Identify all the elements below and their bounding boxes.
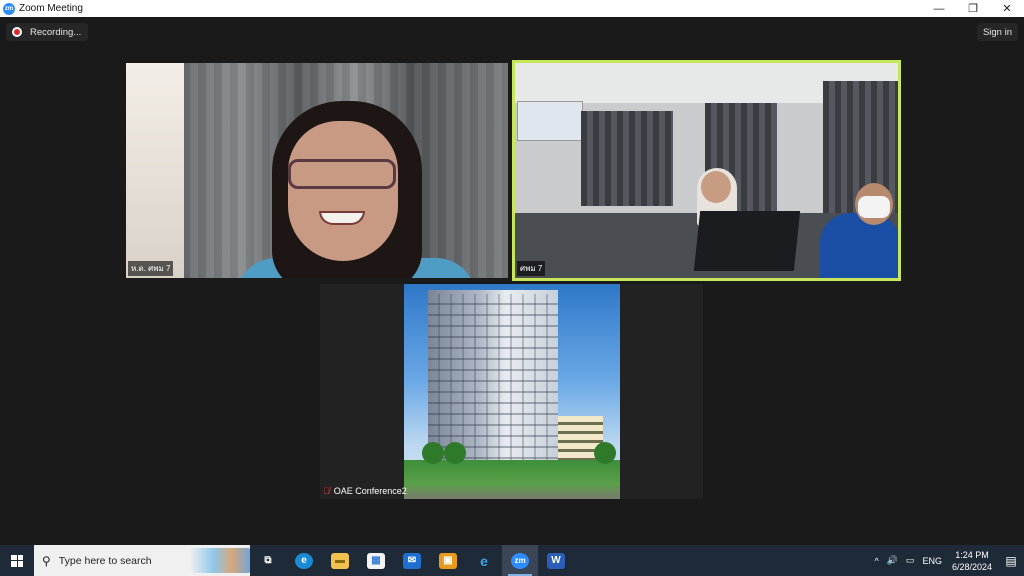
video-tile-2-active-speaker[interactable]: ศพม 7 (512, 60, 901, 281)
volume-icon[interactable]: 🔊 (883, 555, 902, 566)
folder-icon: ▬ (331, 552, 349, 569)
clock-date: 6/28/2024 (951, 561, 992, 572)
search-icon: ⚲ (42, 553, 51, 568)
participant-face (288, 121, 398, 261)
orange-app-button[interactable]: ▣ (430, 545, 466, 576)
edge-button[interactable]: e (286, 545, 322, 576)
participant-name: OAE Conference2 (333, 486, 407, 496)
network-icon[interactable]: ▭ (902, 555, 919, 566)
participant-name-label: ห.ด. ศพม 7 (128, 261, 174, 276)
window-title: Zoom Meeting (19, 3, 83, 14)
record-icon (12, 27, 22, 37)
video-tile-3[interactable]: 🎙̸ OAE Conference2 (323, 284, 620, 499)
sign-in-button[interactable]: Sign in (976, 23, 1018, 41)
participant-head (701, 171, 731, 203)
taskbar: ⚲ Type here to search ⧉ e ▬ ▦ ✉ ▣ e zm W… (0, 545, 1024, 576)
show-hidden-icons-chevron-icon[interactable]: ^ (870, 556, 882, 566)
system-tray: ^ 🔊 ▭ ENG 1:24 PM 6/28/2024 ▤ (870, 545, 1024, 576)
clock[interactable]: 1:24 PM 6/28/2024 (946, 549, 998, 573)
close-button[interactable]: ✕ (990, 0, 1024, 17)
search-placeholder: Type here to search (58, 554, 152, 567)
tree (594, 442, 616, 464)
window-background (126, 63, 184, 278)
tree (422, 442, 444, 464)
task-view-icon: ⧉ (264, 555, 272, 566)
title-bar: zm Zoom Meeting — ❐ ✕ (0, 0, 1024, 17)
language-indicator[interactable]: ENG (918, 556, 946, 566)
internet-explorer-icon: e (480, 552, 488, 569)
recording-label: Recording... (30, 26, 82, 38)
tree (444, 442, 466, 464)
ground (404, 460, 620, 499)
participant-glasses (288, 159, 396, 189)
mail-button[interactable]: ✉ (394, 545, 430, 576)
windows-icon (11, 554, 23, 567)
store-icon: ▦ (367, 552, 385, 569)
zoom-button[interactable]: zm (502, 545, 538, 576)
minimize-button[interactable]: — (922, 0, 956, 17)
notifications-icon[interactable]: ▤ (998, 545, 1024, 576)
face-mask (858, 196, 890, 218)
participant-name-label: 🎙̸ OAE Conference2 (320, 485, 410, 497)
meeting-area: Recording... Sign in ห.ด. ศพม 7 ศพม 7 🎙̸… (0, 17, 1024, 545)
clock-time: 1:24 PM (955, 549, 989, 560)
word-button[interactable]: W (538, 545, 574, 576)
edge-icon: e (295, 552, 313, 569)
restore-button[interactable]: ❐ (956, 0, 990, 17)
mic-muted-icon: 🎙̸ (323, 486, 330, 496)
recording-indicator[interactable]: Recording... (6, 23, 89, 41)
laptop (693, 211, 801, 271)
zoom-app-icon: zm (3, 2, 15, 15)
participant-smile (319, 211, 365, 225)
taskbar-search[interactable]: ⚲ Type here to search (34, 545, 250, 576)
window-controls: — ❐ ✕ (922, 0, 1024, 17)
word-icon: W (547, 552, 565, 569)
app-icon: ▣ (439, 552, 457, 569)
building-windows (428, 294, 558, 464)
mail-icon: ✉ (403, 552, 421, 569)
task-view-button[interactable]: ⧉ (250, 545, 286, 576)
video-tile-1[interactable]: ห.ด. ศพม 7 (126, 63, 508, 278)
internet-explorer-button[interactable]: e (466, 545, 502, 576)
zoom-icon: zm (511, 552, 529, 569)
file-explorer-button[interactable]: ▬ (322, 545, 358, 576)
participant-body (820, 213, 898, 278)
projector-screen (517, 101, 583, 141)
start-button[interactable] (0, 545, 34, 576)
curtain (581, 111, 673, 206)
participant-name-label: ศพม 7 (517, 261, 546, 276)
search-highlight-image (190, 548, 250, 573)
store-button[interactable]: ▦ (358, 545, 394, 576)
